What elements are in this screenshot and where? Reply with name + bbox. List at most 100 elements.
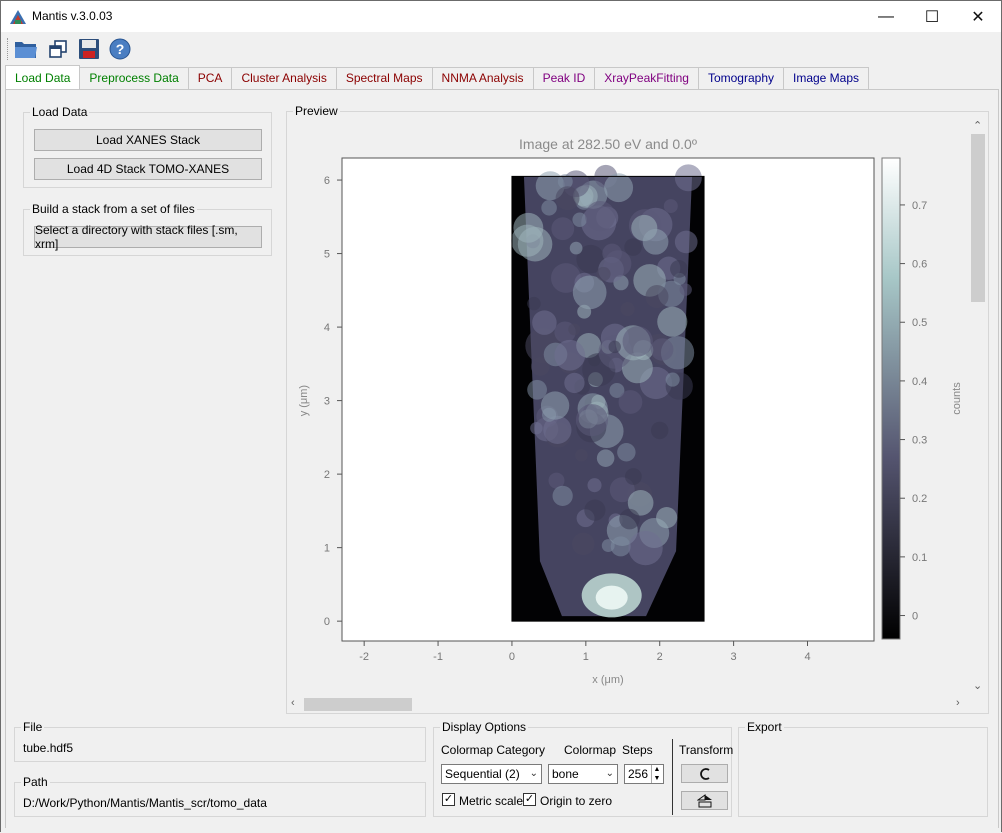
texture-blob	[513, 212, 544, 243]
minimize-button[interactable]: —	[863, 1, 909, 32]
plot-title: Image at 282.50 eV and 0.0º	[519, 136, 697, 152]
texture-blob	[575, 404, 609, 437]
file-group: File	[14, 720, 426, 762]
scroll-left-icon[interactable]: ‹	[291, 697, 295, 709]
texture-blob	[540, 391, 570, 420]
colorbar-tick-label: 0.2	[912, 493, 927, 505]
x-tick-label: 1	[583, 651, 589, 663]
texture-blob	[617, 443, 636, 462]
texture-blob	[674, 164, 702, 192]
help-button[interactable]: ?	[107, 36, 133, 62]
maximize-button[interactable]: ☐	[909, 1, 955, 32]
flip-icon	[696, 793, 712, 807]
origin-to-zero-checkbox[interactable]: ✓	[523, 793, 536, 806]
colormap-select[interactable]: bone ⌄	[548, 764, 618, 784]
texture-blob	[619, 508, 640, 530]
x-tick-label: 2	[657, 651, 663, 663]
preview-horizontal-scrollbar[interactable]: ‹ ›	[287, 695, 969, 713]
texture-blob	[610, 536, 631, 557]
tab-load-data[interactable]: Load Data	[5, 65, 81, 89]
texture-blob	[656, 507, 678, 529]
texture-blob	[564, 372, 585, 394]
colormap-category-label: Colormap Category	[441, 743, 546, 757]
texture-blob	[665, 372, 680, 387]
transform-label: Transform	[679, 743, 734, 757]
chevron-down-icon: ⌄	[605, 768, 614, 779]
texture-blob	[596, 266, 611, 282]
y-tick-label: 5	[324, 249, 330, 261]
scroll-down-icon[interactable]: ⌄	[973, 679, 982, 692]
open-folder-button[interactable]	[13, 36, 39, 62]
texture-blob	[679, 283, 692, 296]
close-icon: ✕	[971, 8, 985, 26]
texture-blob	[624, 238, 642, 256]
tab-xraypeakfitting[interactable]: XrayPeakFitting	[595, 67, 699, 89]
preview-vertical-scrollbar[interactable]: ⌃ ⌄	[968, 117, 988, 695]
tab-cluster-analysis[interactable]: Cluster Analysis	[232, 67, 337, 89]
save-button[interactable]	[76, 36, 102, 62]
colorbar	[881, 157, 901, 640]
select-directory-button[interactable]: Select a directory with stack files [.sm…	[34, 223, 262, 251]
x-tick-label: -1	[433, 651, 443, 663]
x-tick-label: 3	[731, 651, 737, 663]
steps-spinbox[interactable]: 256 ▲ ▼	[624, 764, 664, 784]
texture-blob	[527, 379, 547, 400]
colorbar-tick-label: 0.1	[912, 552, 927, 564]
tab-image-maps[interactable]: Image Maps	[784, 67, 870, 89]
colormap-category-value: Sequential (2)	[445, 767, 520, 781]
texture-blob	[674, 230, 698, 254]
window-title: Mantis v.3.0.03	[32, 9, 113, 23]
horizontal-scroll-thumb[interactable]	[304, 698, 412, 711]
spin-arrows-icon[interactable]: ▲ ▼	[651, 765, 662, 783]
status-bar	[1, 828, 1001, 833]
minimize-icon: —	[878, 7, 894, 25]
texture-blob	[624, 468, 642, 485]
scroll-up-icon[interactable]: ⌃	[973, 119, 982, 132]
scroll-right-icon[interactable]: ›	[956, 697, 960, 709]
flip-button[interactable]	[681, 791, 728, 810]
load-xanes-stack-button[interactable]: Load XANES Stack	[34, 129, 262, 151]
export-group-title: Export	[745, 720, 784, 734]
texture-blob	[527, 296, 541, 311]
rotate-button[interactable]	[681, 764, 728, 783]
metric-scale-label: Metric scale	[459, 794, 524, 808]
tab-nnma-analysis[interactable]: NNMA Analysis	[432, 67, 534, 89]
x-tick-label: 0	[509, 651, 515, 663]
colorbar-label: counts	[951, 382, 963, 415]
texture-blob	[657, 306, 688, 337]
texture-blob	[650, 421, 669, 440]
colormap-category-select[interactable]: Sequential (2) ⌄	[441, 764, 542, 784]
close-button[interactable]: ✕	[955, 1, 1001, 32]
help-icon: ?	[109, 38, 131, 60]
tab-peak-id[interactable]: Peak ID	[533, 67, 596, 89]
transform-divider	[672, 739, 673, 815]
copy-windows-button[interactable]	[45, 36, 71, 62]
maximize-icon: ☐	[924, 8, 940, 26]
display-options-group-title: Display Options	[440, 720, 529, 734]
load-4d-stack-button[interactable]: Load 4D Stack TOMO-XANES	[34, 158, 262, 180]
texture-blob	[650, 338, 674, 361]
texture-blob	[572, 532, 595, 556]
texture-blob	[587, 478, 602, 493]
toolbar: ?	[1, 32, 1001, 66]
tab-tomography[interactable]: Tomography	[698, 67, 784, 89]
svg-text:?: ?	[116, 41, 125, 57]
tab-pca[interactable]: PCA	[188, 67, 233, 89]
tab-preprocess-data[interactable]: Preprocess Data	[80, 67, 189, 89]
texture-blob	[670, 260, 688, 278]
y-tick-label: 3	[324, 396, 330, 408]
texture-blob	[551, 217, 575, 241]
y-tick-label: 1	[324, 543, 330, 555]
x-axis-label: x (μm)	[592, 674, 623, 686]
metric-scale-checkbox[interactable]: ✓	[442, 793, 455, 806]
heatmap-image	[511, 164, 705, 622]
tab-spectral-maps[interactable]: Spectral Maps	[336, 67, 433, 89]
texture-blob	[532, 310, 557, 335]
build-stack-group-title: Build a stack from a set of files	[30, 202, 197, 216]
texture-blob	[554, 339, 586, 371]
texture-blob	[604, 173, 634, 203]
preview-plot: Image at 282.50 eV and 0.0º -2 -1 0 1 2 3 4 0 1 2 3…	[298, 136, 963, 686]
path-group-title: Path	[21, 775, 50, 789]
vertical-scroll-thumb[interactable]	[971, 134, 985, 302]
y-tick-label: 0	[324, 616, 330, 628]
